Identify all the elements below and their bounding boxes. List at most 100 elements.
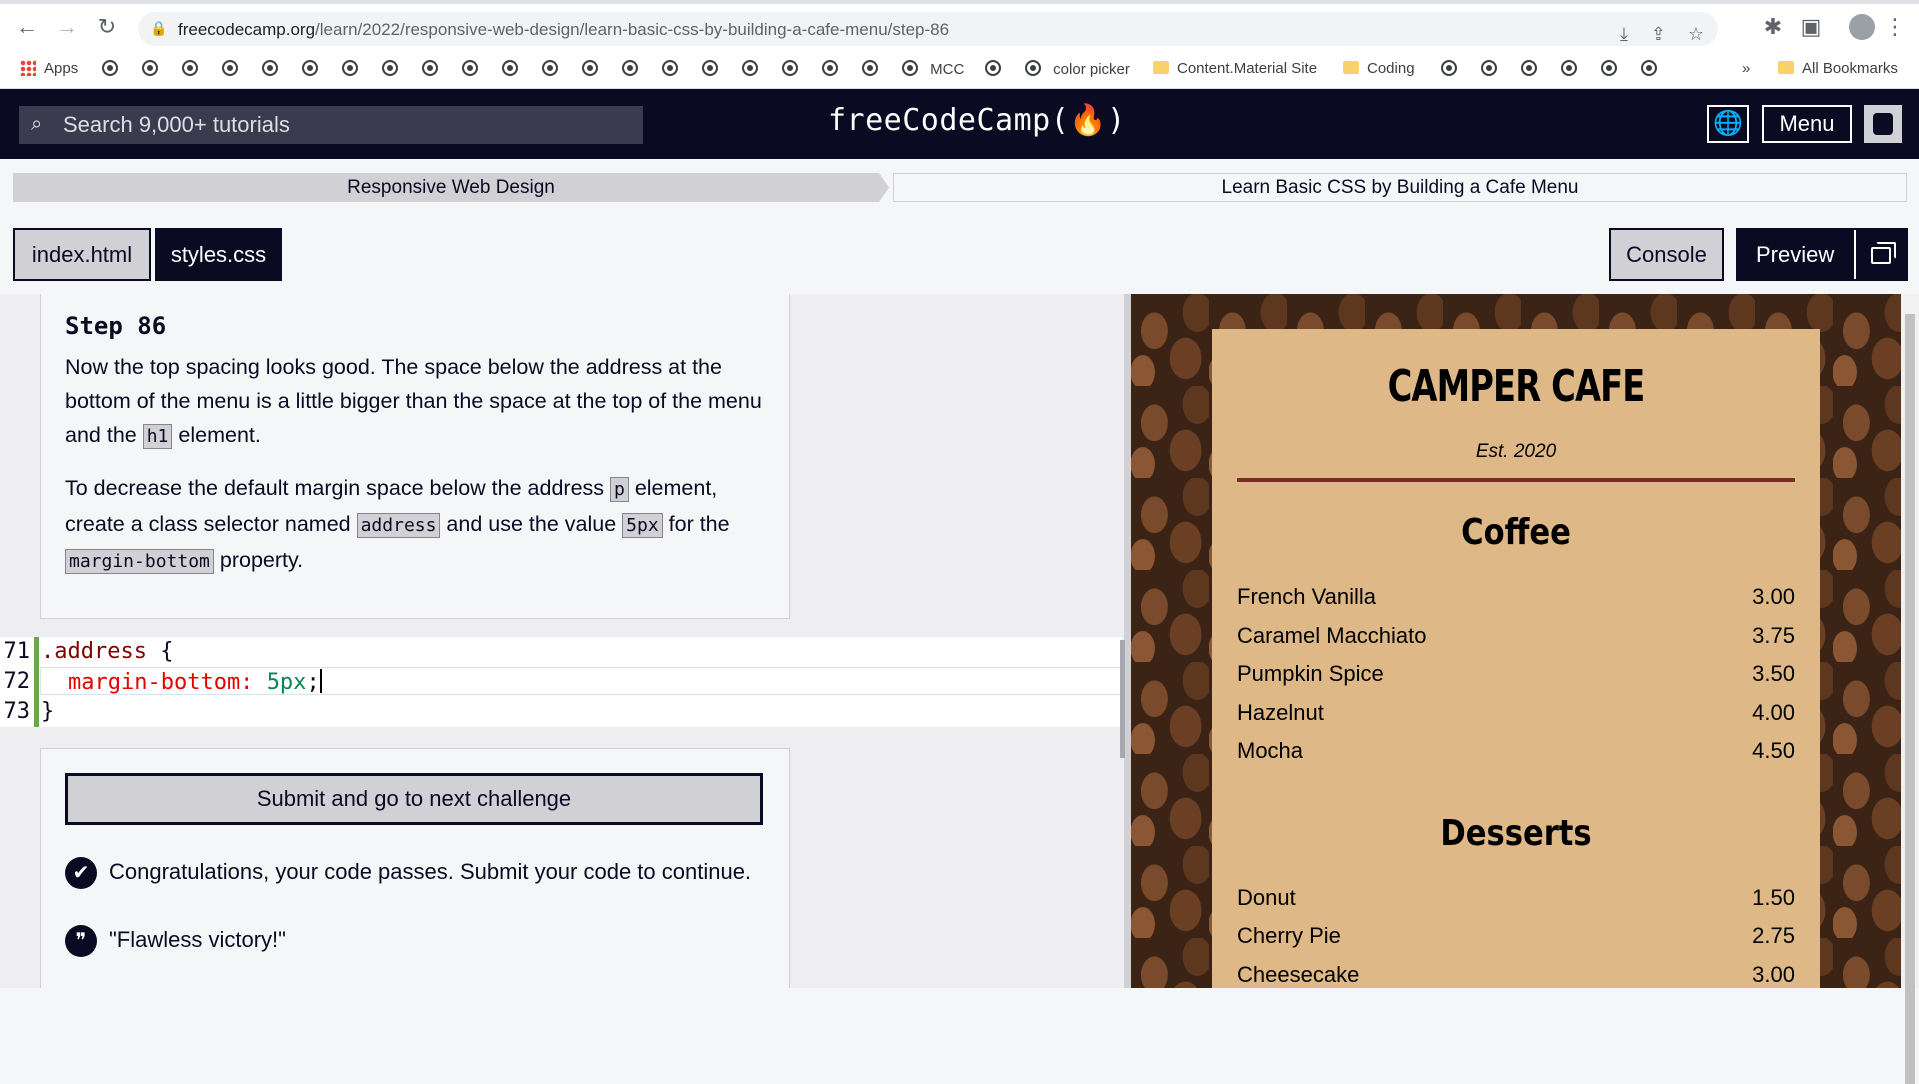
- preview-button[interactable]: Preview: [1736, 228, 1908, 281]
- bookmark-globe[interactable]: [1561, 60, 1577, 78]
- bookmark-globe[interactable]: [1441, 60, 1457, 78]
- inline-code: p: [610, 477, 629, 502]
- bookmark-globe[interactable]: [182, 60, 198, 78]
- pane-divider[interactable]: [1124, 294, 1131, 988]
- search-placeholder: Search 9,000+ tutorials: [63, 112, 290, 137]
- breadcrumb-block[interactable]: Learn Basic CSS by Building a Cafe Menu: [893, 173, 1907, 202]
- back-arrow-icon[interactable]: ←: [12, 14, 42, 40]
- bookmark-globe[interactable]: [822, 60, 838, 78]
- star-icon[interactable]: ☆: [1688, 24, 1704, 45]
- preview-scrollbar[interactable]: [1901, 294, 1919, 1084]
- console-button[interactable]: Console: [1609, 228, 1724, 281]
- bookmark-globe[interactable]: [422, 60, 438, 78]
- bookmark-coding[interactable]: Coding: [1343, 60, 1415, 77]
- globe-icon: [382, 60, 398, 76]
- bookmark-globe[interactable]: [102, 60, 118, 78]
- url-field[interactable]: 🔒 freecodecamp.org/learn/2022/responsive…: [138, 12, 1718, 46]
- code-line[interactable]: margin-bottom: 5px;: [68, 669, 322, 695]
- globe-icon: [902, 60, 918, 76]
- bookmark-globe[interactable]: [142, 60, 158, 78]
- lock-icon: 🔒: [150, 20, 168, 36]
- check-circle-icon: ✔: [65, 857, 97, 889]
- test-panel: Submit and go to next challenge ✔ Congrat…: [40, 748, 790, 988]
- bookmark-globe[interactable]: [222, 60, 238, 78]
- tab-index-html[interactable]: index.html: [13, 228, 151, 281]
- bookmark-globe[interactable]: [262, 60, 278, 78]
- folder-icon: [1343, 61, 1359, 74]
- profile-avatar[interactable]: [1849, 14, 1875, 40]
- bookmark-globe[interactable]: [502, 60, 518, 78]
- bookmark-globe[interactable]: [382, 60, 398, 78]
- editor-scrollbar[interactable]: [1120, 640, 1125, 758]
- bookmark-globe[interactable]: [742, 60, 758, 78]
- search-input[interactable]: ⌕ Search 9,000+ tutorials: [19, 106, 643, 144]
- globe-icon: [222, 60, 238, 76]
- bookmark-globe[interactable]: [302, 60, 318, 78]
- install-icon[interactable]: ⤓: [1620, 24, 1628, 45]
- bookmark-globe[interactable]: [582, 60, 598, 78]
- code-line[interactable]: }: [41, 699, 54, 724]
- bookmark-content-material[interactable]: Content.Material Site: [1153, 60, 1317, 77]
- globe-icon: [742, 60, 758, 76]
- bookmark-globe[interactable]: [622, 60, 638, 78]
- bookmark-mcc[interactable]: MCC: [902, 60, 964, 78]
- bookmark-globe[interactable]: [462, 60, 478, 78]
- globe-icon: [782, 60, 798, 76]
- globe-icon: [102, 60, 118, 76]
- site-header: ⌕ Search 9,000+ tutorials freeCodeCamp(🔥…: [0, 89, 1919, 159]
- forward-arrow-icon[interactable]: →: [52, 14, 82, 40]
- globe-icon: [262, 60, 278, 76]
- line-number: 72: [3, 669, 31, 694]
- line-number: 73: [3, 699, 31, 724]
- apps-grid-icon: [20, 60, 36, 76]
- description-paragraph: Now the top spacing looks good. The spac…: [65, 355, 762, 449]
- tab-styles-css[interactable]: styles.css: [155, 228, 282, 281]
- bookmark-globe[interactable]: [702, 60, 718, 78]
- bookmark-globe[interactable]: [862, 60, 878, 78]
- line-number: 71: [3, 639, 31, 664]
- code-editor[interactable]: 71 .address { 72 margin-bottom: 5px; 73 …: [0, 637, 1122, 727]
- share-icon[interactable]: ⇪: [1651, 24, 1666, 45]
- bookmark-globe[interactable]: [1481, 60, 1497, 78]
- menu-button[interactable]: Menu: [1762, 105, 1852, 143]
- divider-line: [1237, 478, 1795, 482]
- globe-icon: [502, 60, 518, 76]
- globe-icon: [662, 60, 678, 76]
- bookmark-color-picker[interactable]: color picker: [1025, 60, 1130, 78]
- language-button[interactable]: 🌐: [1707, 105, 1749, 143]
- breadcrumb-superblock[interactable]: Responsive Web Design: [13, 173, 889, 202]
- bookmark-globe[interactable]: [782, 60, 798, 78]
- more-icon[interactable]: ⋮: [1880, 14, 1910, 40]
- globe-icon: [182, 60, 198, 76]
- globe-icon: [462, 60, 478, 76]
- challenge-description: Step 86 Now the top spacing looks good. …: [40, 294, 790, 619]
- menu-item: Cherry Pie 2.75: [1237, 923, 1795, 948]
- bookmark-all-bookmarks[interactable]: All Bookmarks: [1778, 60, 1898, 77]
- code-line[interactable]: .address {: [41, 639, 173, 664]
- reload-icon[interactable]: ↻: [92, 14, 122, 40]
- sidepanel-icon[interactable]: ▣: [1796, 14, 1826, 40]
- bookmark-apps[interactable]: Apps: [20, 60, 78, 77]
- bookmark-globe[interactable]: [542, 60, 558, 78]
- cafe-title: CAMPER CAFE: [1387, 361, 1646, 412]
- bookmark-globe[interactable]: [662, 60, 678, 78]
- extensions-icon[interactable]: ✱: [1758, 14, 1788, 40]
- popout-icon[interactable]: [1854, 230, 1906, 279]
- globe-icon: [1441, 60, 1457, 76]
- menu-item: Pumpkin Spice 3.50: [1237, 661, 1795, 686]
- submit-button[interactable]: Submit and go to next challenge: [65, 773, 763, 825]
- menu-item: Mocha 4.50: [1237, 738, 1795, 763]
- desserts-heading: Desserts: [1440, 813, 1592, 854]
- bookmark-globe[interactable]: [985, 60, 1001, 78]
- freecodecamp-logo[interactable]: freeCodeCamp(🔥): [828, 103, 1126, 138]
- user-avatar[interactable]: [1864, 105, 1902, 143]
- bookmarks-overflow-button[interactable]: »: [1742, 60, 1750, 77]
- globe-icon: [1521, 60, 1537, 76]
- globe-icon: [142, 60, 158, 76]
- bookmark-globe[interactable]: [1641, 60, 1657, 78]
- folder-icon: [1153, 61, 1169, 74]
- bookmark-globe[interactable]: [1521, 60, 1537, 78]
- bookmark-globe[interactable]: [342, 60, 358, 78]
- bookmark-globe[interactable]: [1601, 60, 1617, 78]
- globe-icon: [622, 60, 638, 76]
